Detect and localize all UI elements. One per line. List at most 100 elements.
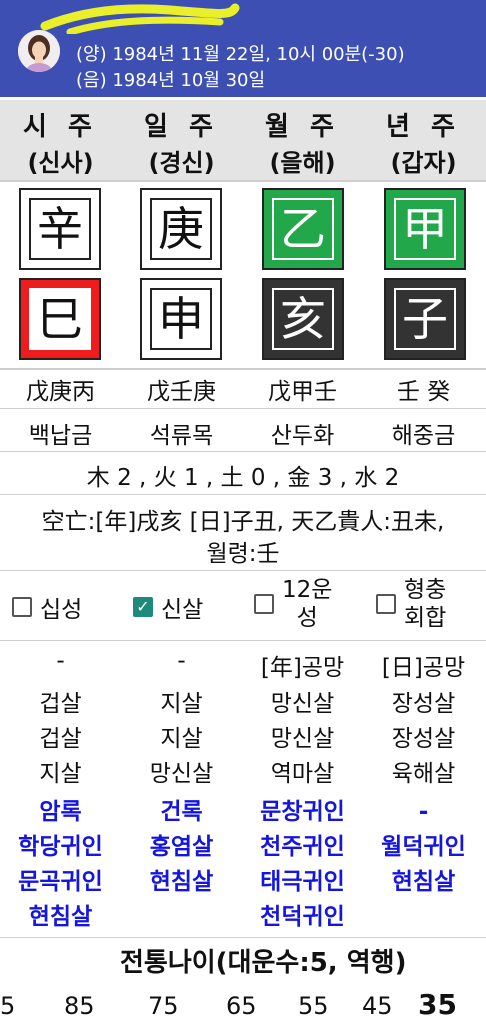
gwiin-item: 현침살 — [391, 869, 456, 895]
sinsal-cell: 지살 — [160, 691, 203, 717]
checkbox-label: 십성 — [40, 597, 83, 623]
daeun-age[interactable]: 65 — [226, 992, 257, 1020]
branch-box-hour[interactable]: 巳 — [19, 278, 101, 360]
gongmang-line: 空亡:[年]戌亥 [日]子丑, 天乙貴人:丑未, — [41, 509, 445, 535]
daeun-age[interactable]: 45 — [362, 992, 393, 1020]
sinsal-cell: 망신살 — [270, 726, 335, 752]
gwiin-item: 현침살 — [28, 904, 93, 930]
checkbox-sipseong[interactable]: 십성 — [12, 590, 82, 624]
gwiin-column-year: - 월덕귀인 현침살 — [363, 795, 484, 900]
sinsal-cell: 육해살 — [391, 761, 456, 787]
napeum-day: 석류목 — [149, 423, 214, 449]
sinsal-cell: [年]공망 — [260, 655, 345, 681]
napeum-hour: 백납금 — [28, 423, 93, 449]
wolryeong-line: 월령:壬 — [206, 541, 280, 567]
sinsal-cell: - — [177, 648, 186, 674]
hidden-stems-month: 戊甲壬 — [268, 379, 337, 405]
sinsal-cell: - — [56, 648, 65, 674]
stem-box-month[interactable]: 乙 — [262, 188, 344, 270]
sinsal-cell: 지살 — [39, 761, 82, 787]
gwiin-item: 홍염살 — [149, 834, 214, 860]
checkmark-icon[interactable]: ✓ — [133, 597, 153, 617]
female-avatar-icon[interactable] — [18, 30, 60, 72]
stem-char-month: 乙 — [272, 198, 334, 260]
solar-date-text: (양) 1984년 11월 22일, 10시 00분(-30) — [76, 44, 405, 65]
sinsal-cell: 겁살 — [39, 726, 82, 752]
sinsal-cell: 망신살 — [149, 761, 214, 787]
gwiin-item: 건록 — [160, 799, 203, 825]
checkbox-icon[interactable] — [254, 594, 274, 614]
gwiin-column-day: 건록 홍염살 현침살 — [121, 795, 242, 900]
napeum-month: 산두화 — [270, 423, 335, 449]
branch-char-hour: 巳 — [29, 288, 91, 350]
gwiin-item: 천덕귀인 — [260, 904, 345, 930]
checkbox-label: 형충 — [404, 577, 447, 603]
daeun-age-current[interactable]: 35 — [418, 988, 457, 1021]
gwiin-item: 문곡귀인 — [18, 869, 103, 895]
lunar-date-text: (음) 1984년 10월 30일 — [76, 70, 266, 91]
redaction-scribble — [40, 3, 240, 34]
branch-char-day: 申 — [150, 288, 212, 350]
gwiin-item: 현침살 — [149, 869, 214, 895]
gwiin-item: 암록 — [39, 799, 82, 825]
branch-box-day[interactable]: 申 — [140, 278, 222, 360]
branch-box-year[interactable]: 子 — [384, 278, 466, 360]
daeun-age[interactable]: 85 — [64, 992, 95, 1020]
daeun-age[interactable]: 75 — [148, 992, 179, 1020]
five-elements-count: 木 2 , 火 1 , 土 0 , 金 3 , 水 2 — [86, 465, 400, 491]
birth-info-header: (양) 1984년 11월 22일, 10시 00분(-30) (음) 1984… — [0, 0, 486, 97]
sinsal-cell: 망신살 — [270, 691, 335, 717]
divider — [0, 494, 486, 495]
stem-char-year: 甲 — [394, 198, 456, 260]
checkbox-sinsal[interactable]: ✓ 신살 — [133, 590, 203, 624]
gwiin-item: 천주귀인 — [260, 834, 345, 860]
gwiin-item: 문창귀인 — [260, 799, 345, 825]
stem-box-year[interactable]: 甲 — [384, 188, 466, 270]
checkbox-label: 12운 — [282, 577, 333, 603]
pillar-sub-year: (갑자) — [390, 149, 457, 177]
pillar-label-day: 일 주 — [144, 112, 219, 142]
stem-box-day[interactable]: 庚 — [140, 188, 222, 270]
pillar-label-month: 월 주 — [265, 112, 340, 142]
checkbox-label: 신살 — [161, 597, 204, 623]
branch-char-month: 亥 — [272, 288, 334, 350]
gwiin-item: 학당귀인 — [18, 834, 103, 860]
checkbox-label-2: 회합 — [404, 605, 447, 631]
sinsal-cell: [日]공망 — [381, 655, 466, 681]
divider — [0, 368, 486, 370]
gwiin-item: 월덕귀인 — [381, 834, 466, 860]
sinsal-cell: 지살 — [160, 726, 203, 752]
pillar-label-year: 년 주 — [386, 112, 461, 142]
checkbox-icon[interactable] — [376, 594, 396, 614]
branch-char-year: 子 — [394, 288, 456, 350]
checkbox-hyeongchung[interactable]: 형충 회합 — [376, 576, 446, 632]
divider — [0, 570, 486, 571]
checkbox-icon[interactable] — [12, 597, 32, 617]
daeun-title: 전통나이(대운수:5, 역행) — [120, 948, 407, 978]
branch-box-month[interactable]: 亥 — [262, 278, 344, 360]
stem-char-hour: 辛 — [29, 198, 91, 260]
stem-box-hour[interactable]: 辛 — [19, 188, 101, 270]
divider — [0, 451, 486, 452]
divider — [0, 937, 486, 938]
pillar-label-hour: 시 주 — [23, 112, 98, 142]
sinsal-cell: 겁살 — [39, 691, 82, 717]
hidden-stems-year: 壬 癸 — [396, 379, 451, 405]
sinsal-cell: 장성살 — [391, 691, 456, 717]
gwiin-item: 태극귀인 — [260, 869, 345, 895]
pillar-header-row: 시 주 (신사) 일 주 (경신) 월 주 (을해) 년 주 (갑자) — [0, 100, 486, 180]
stem-char-day: 庚 — [150, 198, 212, 260]
daeun-age[interactable]: 55 — [298, 992, 329, 1020]
pillar-sub-hour: (신사) — [27, 149, 94, 177]
sinsal-cell: 역마살 — [270, 761, 335, 787]
daeun-age[interactable]: 5 — [0, 992, 15, 1020]
hidden-stems-day: 戊壬庚 — [147, 379, 216, 405]
hidden-stems-hour: 戊庚丙 — [26, 379, 95, 405]
checkbox-label-2: 성 — [296, 605, 318, 631]
gwiin-item: - — [418, 799, 429, 825]
napeum-year: 해중금 — [391, 423, 456, 449]
checkbox-12unseong[interactable]: 12운 성 — [254, 576, 332, 632]
pillar-sub-day: (경신) — [148, 149, 215, 177]
gwiin-column-month: 문창귀인 천주귀인 태극귀인 천덕귀인 — [242, 795, 363, 935]
divider — [0, 180, 486, 182]
